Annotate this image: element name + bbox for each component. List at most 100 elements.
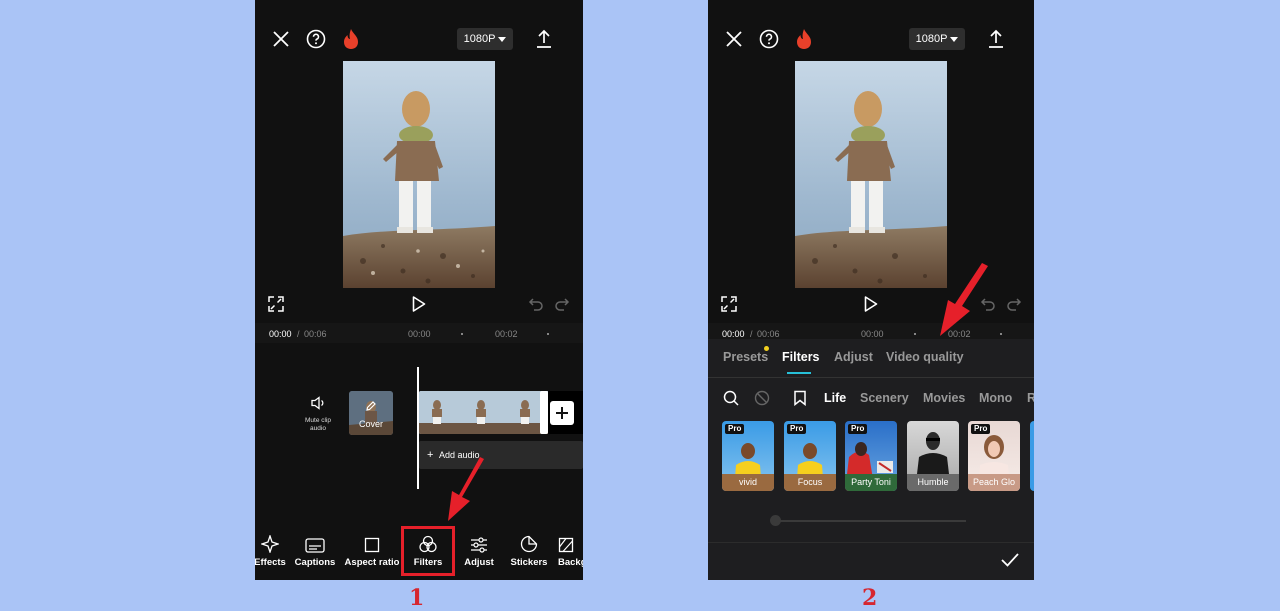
export-icon[interactable] <box>984 27 1008 51</box>
edit-icon <box>366 401 376 411</box>
search-icon[interactable] <box>723 390 739 411</box>
fullscreen-icon[interactable] <box>721 296 737 317</box>
timecode-total: 00:06 <box>757 329 780 339</box>
help-icon[interactable] <box>757 27 781 51</box>
resolution-selector[interactable]: 1080P <box>909 28 965 50</box>
confirm-check-icon[interactable] <box>1000 552 1020 573</box>
category-movies[interactable]: Movies <box>923 391 965 405</box>
export-icon[interactable] <box>532 27 556 51</box>
filter-thumb-vivid[interactable]: Pro vivid <box>722 421 774 491</box>
phone-screen-1: 1080P 00:00 / 00:06 00:00 00:02 Mute cli… <box>255 0 583 580</box>
timecode-separator: / <box>297 329 300 339</box>
timecode-current: 00:00 <box>269 329 292 339</box>
active-tab-indicator <box>787 372 811 374</box>
filter-label: Humble <box>907 474 959 491</box>
close-icon[interactable] <box>722 27 746 51</box>
pointer-arrow-1 <box>448 457 484 521</box>
undo-icon[interactable] <box>528 296 544 317</box>
resolution-label: 1080P <box>463 33 496 45</box>
redo-icon[interactable] <box>1006 296 1022 317</box>
filter-thumb-party-tonight[interactable]: Pro Party Toni <box>845 421 897 491</box>
mute-label: Mute clip audio <box>304 417 331 432</box>
resolution-selector[interactable]: 1080P <box>457 28 513 50</box>
toolbar-background[interactable]: Backg <box>558 535 583 568</box>
tab-presets[interactable]: Presets <box>723 350 768 364</box>
pro-badge: Pro <box>725 424 745 434</box>
filter-label: vivid <box>722 474 774 491</box>
add-clip-button[interactable] <box>550 401 574 425</box>
filter-label: Party Toni <box>845 474 897 491</box>
toolbar-label: Backg <box>558 557 583 568</box>
help-icon[interactable] <box>304 27 328 51</box>
stickers-icon <box>520 535 538 553</box>
filter-label: Peach Glo <box>968 474 1020 491</box>
filter-thumb-peach-glow[interactable]: Pro Peach Glo <box>968 421 1020 491</box>
ruler-mark: 00:00 <box>861 329 884 339</box>
resolution-label: 1080P <box>915 33 948 45</box>
filter-thumb-focus[interactable]: Pro Focus <box>784 421 836 491</box>
captions-icon <box>305 538 325 553</box>
redo-icon[interactable] <box>554 296 570 317</box>
cover-button[interactable]: Cover <box>349 391 393 435</box>
filter-label: Focus <box>784 474 836 491</box>
intensity-slider-thumb[interactable] <box>770 515 781 526</box>
pro-badge: Pro <box>971 424 991 434</box>
timecode-total: 00:06 <box>304 329 327 339</box>
ruler-mark: 00:00 <box>408 329 431 339</box>
toolbar-stickers[interactable]: Stickers <box>507 535 551 568</box>
divider <box>708 542 1034 543</box>
toolbar-aspect-ratio[interactable]: Aspect ratio <box>343 535 401 568</box>
intensity-slider-track[interactable] <box>774 520 966 522</box>
no-filter-icon[interactable] <box>754 390 770 411</box>
timecode-current: 00:00 <box>722 329 745 339</box>
tab-video-quality[interactable]: Video quality <box>886 350 964 364</box>
ruler-dot <box>1000 333 1002 335</box>
toolbar-label: Adjust <box>464 557 494 568</box>
adjust-icon <box>471 537 487 553</box>
cover-label: Cover <box>358 419 383 429</box>
play-icon[interactable] <box>864 296 878 317</box>
fullscreen-icon[interactable] <box>268 296 284 317</box>
video-preview <box>343 61 495 288</box>
video-preview <box>795 61 947 288</box>
flame-icon[interactable] <box>339 27 363 51</box>
timecode-separator: / <box>750 329 753 339</box>
video-clip-track[interactable] <box>419 391 550 434</box>
plus-icon: + <box>427 449 434 461</box>
pointer-arrow-2 <box>940 263 988 336</box>
tab-adjust[interactable]: Adjust <box>834 350 873 364</box>
category-life[interactable]: Life <box>824 391 846 405</box>
toolbar-label: Effects <box>255 557 286 568</box>
clip-handle[interactable] <box>540 391 548 434</box>
ruler-dot <box>461 333 463 335</box>
ruler-dot <box>547 333 549 335</box>
caret-down-icon <box>498 36 507 42</box>
toolbar-adjust[interactable]: Adjust <box>457 535 501 568</box>
mute-clip-audio-button[interactable]: Mute clip audio <box>301 396 335 433</box>
divider <box>708 377 1034 378</box>
category-more[interactable]: R <box>1027 391 1034 405</box>
bookmark-icon[interactable] <box>793 390 807 411</box>
caret-down-icon <box>950 36 959 42</box>
pro-badge: Pro <box>787 424 807 434</box>
aspect-icon <box>364 537 380 553</box>
flame-icon[interactable] <box>792 27 816 51</box>
tab-filters[interactable]: Filters <box>782 350 820 364</box>
play-icon[interactable] <box>412 296 426 317</box>
background-icon <box>558 537 574 553</box>
timecode-bar: 00:00 / 00:06 00:00 00:02 <box>255 323 583 343</box>
filter-thumb-partial[interactable] <box>1030 421 1034 491</box>
filter-thumb-humble[interactable]: Humble <box>907 421 959 491</box>
speaker-icon <box>311 396 324 410</box>
close-icon[interactable] <box>269 27 293 51</box>
toolbar-label: Captions <box>294 557 336 568</box>
pro-badge: Pro <box>848 424 868 434</box>
new-dot <box>764 346 769 351</box>
filters-highlight-box <box>401 526 455 576</box>
toolbar-captions[interactable]: Captions <box>291 535 339 568</box>
category-mono[interactable]: Mono <box>979 391 1012 405</box>
playhead[interactable] <box>417 367 419 489</box>
toolbar-effects[interactable]: Effects <box>255 535 293 568</box>
category-scenery[interactable]: Scenery <box>860 391 909 405</box>
toolbar-label: Stickers <box>510 557 548 568</box>
